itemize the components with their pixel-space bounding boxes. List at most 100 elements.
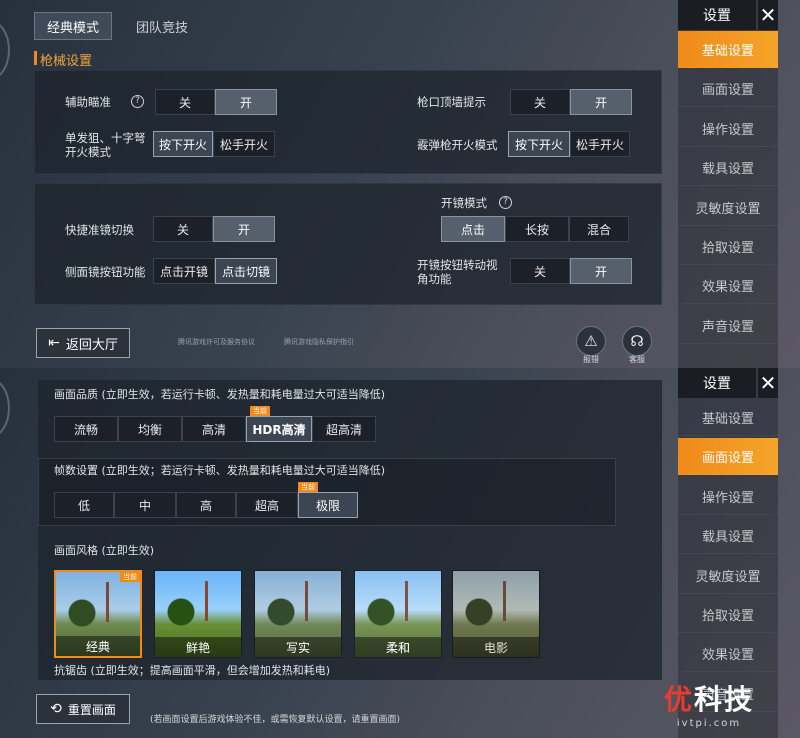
close-icon[interactable]: ✕ — [758, 0, 778, 30]
shotgun-fire-toggle[interactable]: 按下开火 松手开火 — [508, 131, 630, 157]
tower-image — [106, 582, 109, 622]
muzzle-hint-off[interactable]: 关 — [510, 89, 570, 115]
single-fire-press[interactable]: 按下开火 — [153, 131, 213, 157]
side-scope-open[interactable]: 点击开镜 — [153, 258, 215, 284]
tree-image — [363, 597, 399, 627]
tab-classic-mode[interactable]: 经典模式 — [34, 12, 112, 40]
watermark-url: ivtpi.com — [676, 718, 742, 729]
quality-smooth[interactable]: 流畅 — [54, 416, 118, 442]
side-scope-switch[interactable]: 点击切镜 — [215, 258, 277, 284]
fps-high[interactable]: 高 — [176, 492, 236, 518]
reset-icon: ⟲ — [50, 701, 62, 717]
fps-medium[interactable]: 中 — [114, 492, 176, 518]
style-classic[interactable]: 当前 经典 — [54, 570, 142, 658]
muzzle-hint-on[interactable]: 开 — [570, 89, 632, 115]
current-badge: 当前 — [250, 406, 270, 416]
style-cinema[interactable]: 电影 — [452, 570, 540, 658]
scope-turn-on[interactable]: 开 — [570, 258, 632, 284]
reset-note: (若画面设置后游戏体验不佳，或需恢复默认设置，请重置画面) — [150, 715, 401, 725]
shotgun-fire-press[interactable]: 按下开火 — [508, 131, 570, 157]
muzzle-hint-toggle[interactable]: 关 开 — [510, 89, 632, 115]
single-fire-release[interactable]: 松手开火 — [213, 131, 275, 157]
side-scope-label: 侧面镜按钮功能 — [65, 265, 146, 279]
style-realistic[interactable]: 写实 — [254, 570, 342, 658]
single-fire-toggle[interactable]: 按下开火 松手开火 — [153, 131, 275, 157]
aim-assist-on[interactable]: 开 — [215, 89, 277, 115]
scope-mode-tap[interactable]: 点击 — [441, 216, 505, 242]
reset-graphics-button[interactable]: ⟲ 重置画面 — [36, 694, 130, 724]
aim-assist-off[interactable]: 关 — [155, 89, 215, 115]
sidebar-item-vehicle[interactable]: 载具设置 — [678, 517, 778, 554]
sidebar-item-pickup[interactable]: 拾取设置 — [678, 596, 778, 633]
settings-sidebar: 设置 ✕ 基础设置 画面设置 操作设置 载具设置 灵敏度设置 拾取设置 效果设置… — [678, 0, 778, 368]
quality-selector[interactable]: 流畅 均衡 高清 HDR高清 超高清 — [54, 416, 376, 442]
tower-image — [305, 581, 308, 621]
exit-icon: ⇤ — [48, 335, 60, 351]
back-to-lobby-button[interactable]: ⇤ 返回大厅 — [36, 328, 130, 358]
scope-turn-toggle[interactable]: 关 开 — [510, 258, 632, 284]
quick-scope-off[interactable]: 关 — [153, 216, 213, 242]
report-button[interactable]: ⚠ — [576, 326, 606, 356]
quality-hdr[interactable]: HDR高清 — [246, 416, 312, 442]
service-agreement-link[interactable]: 腾讯游戏许可及服务协议 — [178, 337, 255, 347]
fps-extreme[interactable]: 极限 — [298, 492, 358, 518]
sidebar-item-controls[interactable]: 操作设置 — [678, 478, 778, 515]
sidebar-item-sensitivity[interactable]: 灵敏度设置 — [678, 557, 778, 594]
decor-ring — [0, 378, 10, 438]
brand-watermark: 优科技 ivtpi.com — [664, 678, 754, 729]
sidebar-item-effects[interactable]: 效果设置 — [678, 267, 778, 304]
quality-hd[interactable]: 高清 — [182, 416, 246, 442]
close-icon[interactable]: ✕ — [758, 368, 778, 398]
style-vivid[interactable]: 鲜艳 — [154, 570, 242, 658]
scope-turn-label: 开镜按钮转动视角功能 — [417, 258, 498, 286]
fps-ultra[interactable]: 超高 — [236, 492, 298, 518]
quality-balanced[interactable]: 均衡 — [118, 416, 182, 442]
customer-service-label: 客服 — [629, 355, 645, 364]
tree-image — [461, 597, 497, 627]
back-to-lobby-label: 返回大厅 — [65, 337, 118, 353]
tab-team-battle[interactable]: 团队竞技 — [122, 12, 202, 40]
sidebar-item-vehicle[interactable]: 载具设置 — [678, 149, 778, 186]
help-icon[interactable]: ? — [131, 95, 144, 108]
sidebar-item-effects[interactable]: 效果设置 — [678, 635, 778, 672]
style-classic-label: 经典 — [56, 636, 140, 656]
controls-settings-panel: 经典模式 团队竞技 枪械设置 辅助瞄准 ? 关 开 枪口顶墙提示 关 开 单发狙… — [0, 0, 800, 368]
settings-title: 设置 — [678, 0, 756, 30]
aim-assist-toggle[interactable]: 关 开 — [155, 89, 277, 115]
current-badge: 当前 — [298, 482, 318, 492]
sidebar-item-controls[interactable]: 操作设置 — [678, 110, 778, 147]
privacy-link[interactable]: 腾讯游戏隐私保护指引 — [284, 337, 354, 347]
report-label: 报错 — [583, 355, 599, 364]
scope-turn-off[interactable]: 关 — [510, 258, 570, 284]
style-soft[interactable]: 柔和 — [354, 570, 442, 658]
scope-mode-label: 开镜模式 — [441, 196, 487, 210]
quick-scope-on[interactable]: 开 — [213, 216, 275, 242]
shotgun-fire-label: 霰弹枪开火模式 — [417, 138, 498, 152]
aim-assist-label: 辅助瞄准 — [65, 95, 111, 109]
tree-image — [163, 597, 199, 627]
sidebar-item-pickup[interactable]: 拾取设置 — [678, 228, 778, 265]
style-vivid-label: 鲜艳 — [155, 637, 241, 657]
section-marker — [34, 51, 37, 65]
sidebar-item-sound[interactable]: 声音设置 — [678, 307, 778, 344]
help-icon[interactable]: ? — [499, 196, 512, 209]
scope-mode-mixed[interactable]: 混合 — [569, 216, 629, 242]
quality-ultra[interactable]: 超高清 — [312, 416, 376, 442]
fps-low[interactable]: 低 — [54, 492, 114, 518]
scope-mode-hold[interactable]: 长按 — [505, 216, 569, 242]
fps-selector[interactable]: 低 中 高 超高 极限 — [54, 492, 358, 518]
shotgun-fire-release[interactable]: 松手开火 — [570, 131, 630, 157]
tree-image — [64, 598, 100, 628]
tower-image — [503, 581, 506, 621]
customer-service-button[interactable]: ☊ — [622, 326, 652, 356]
scope-mode-selector[interactable]: 点击 长按 混合 — [441, 216, 629, 242]
sidebar-item-sensitivity[interactable]: 灵敏度设置 — [678, 189, 778, 226]
side-scope-toggle[interactable]: 点击开镜 点击切镜 — [153, 258, 277, 284]
sidebar-item-basic[interactable]: 基础设置 — [678, 31, 778, 68]
sidebar-item-graphics[interactable]: 画面设置 — [678, 438, 778, 475]
sidebar-item-basic[interactable]: 基础设置 — [678, 399, 778, 436]
quick-scope-toggle[interactable]: 关 开 — [153, 216, 275, 242]
sidebar-item-graphics[interactable]: 画面设置 — [678, 70, 778, 107]
style-realistic-label: 写实 — [255, 637, 341, 657]
weapon-settings-card: 辅助瞄准 ? 关 开 枪口顶墙提示 关 开 单发狙、十字弩开火模式 按下开火 松… — [34, 70, 662, 174]
